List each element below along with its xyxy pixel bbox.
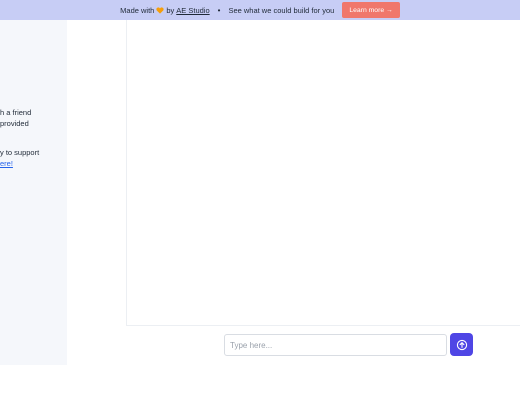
banner-tagline: See what we could build for you: [228, 5, 335, 15]
top-banner: Made with by AE Studio • See what we cou…: [0, 0, 520, 20]
chat-messages-panel: [126, 20, 520, 326]
heart-icon: [156, 6, 164, 14]
made-with-label: Made with: [120, 5, 155, 15]
sidebar-text-line: h a friend: [0, 108, 32, 117]
send-button[interactable]: [450, 333, 473, 356]
by-label: by: [166, 5, 175, 15]
sidebar-support-link[interactable]: ere!: [0, 158, 13, 169]
sidebar-panel: h a friend provided y to support ere!: [0, 20, 67, 365]
ae-studio-link[interactable]: AE Studio: [176, 6, 209, 15]
sidebar-text-line: provided: [0, 119, 29, 128]
sidebar-text-line: y to support: [0, 148, 40, 157]
arrow-up-circle-icon: [456, 339, 467, 350]
made-with-text: Made with by AE Studio: [120, 6, 209, 15]
learn-more-button[interactable]: Learn more →: [342, 2, 400, 18]
banner-separator: •: [217, 5, 221, 15]
message-input[interactable]: [224, 334, 447, 356]
